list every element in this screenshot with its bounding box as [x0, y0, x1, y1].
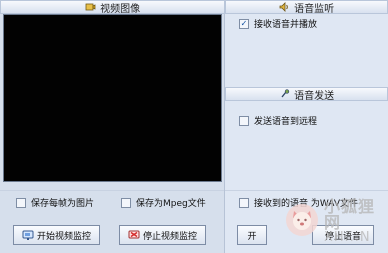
voice-send-title: 语音发送: [294, 91, 335, 101]
checkbox-box[interactable]: [16, 197, 26, 208]
divider: [225, 190, 388, 191]
checkbox-label: 保存为Mpeg文件: [136, 199, 206, 209]
checkbox-label: 接收到的语音 为WAV文件: [254, 199, 359, 209]
stop-video-monitor-button[interactable]: 停止视频监控: [119, 225, 206, 245]
voice-monitor-header: 语音监听: [225, 0, 388, 14]
speaker-icon: [279, 1, 291, 13]
video-panel: 视频图像 保存每帧为图片 保存为Mpeg文件 开始视频监控 停止视频监控: [0, 0, 225, 253]
video-header: 视频图像: [0, 0, 225, 14]
start-video-monitor-button[interactable]: 开始视频监控: [13, 225, 100, 245]
checkbox-box[interactable]: [239, 197, 249, 208]
monitor-start-icon: [22, 229, 34, 241]
checkbox-label: 发送语音到远程: [254, 117, 318, 127]
button-label: 停止语音: [324, 231, 361, 242]
save-wav-checkbox[interactable]: 接收到的语音 为WAV文件: [239, 196, 358, 209]
divider: [0, 190, 224, 191]
video-title: 视频图像: [100, 4, 141, 14]
checkbox-box[interactable]: ✓: [239, 18, 249, 29]
checkbox-label: 接收语音并播放: [254, 20, 318, 30]
voice-panel: 语音监听 ✓ 接收语音并播放 语音发送 发送语音到远程 接收到的语音 为WAV文…: [225, 0, 388, 253]
save-mpeg-checkbox[interactable]: 保存为Mpeg文件: [121, 196, 206, 209]
send-remote-checkbox[interactable]: 发送语音到远程: [239, 114, 317, 127]
voice-monitor-title: 语音监听: [294, 4, 335, 14]
button-label: 开始视频监控: [36, 231, 91, 242]
save-frame-image-checkbox[interactable]: 保存每帧为图片: [16, 196, 94, 209]
checkbox-label: 保存每帧为图片: [31, 199, 95, 209]
voice-send-header: 语音发送: [225, 87, 388, 101]
camera-icon: [85, 1, 97, 13]
button-label: 开: [247, 231, 257, 242]
receive-play-checkbox[interactable]: ✓ 接收语音并播放: [239, 17, 317, 30]
button-label: 停止视频监控: [142, 231, 197, 242]
monitor-stop-icon: [128, 229, 140, 241]
microphone-icon: [279, 88, 291, 100]
video-display: [3, 14, 222, 182]
checkbox-box[interactable]: [239, 115, 249, 126]
start-voice-button[interactable]: 开: [237, 225, 267, 245]
stop-voice-button[interactable]: 停止语音: [312, 225, 374, 245]
checkbox-box[interactable]: [121, 197, 131, 208]
